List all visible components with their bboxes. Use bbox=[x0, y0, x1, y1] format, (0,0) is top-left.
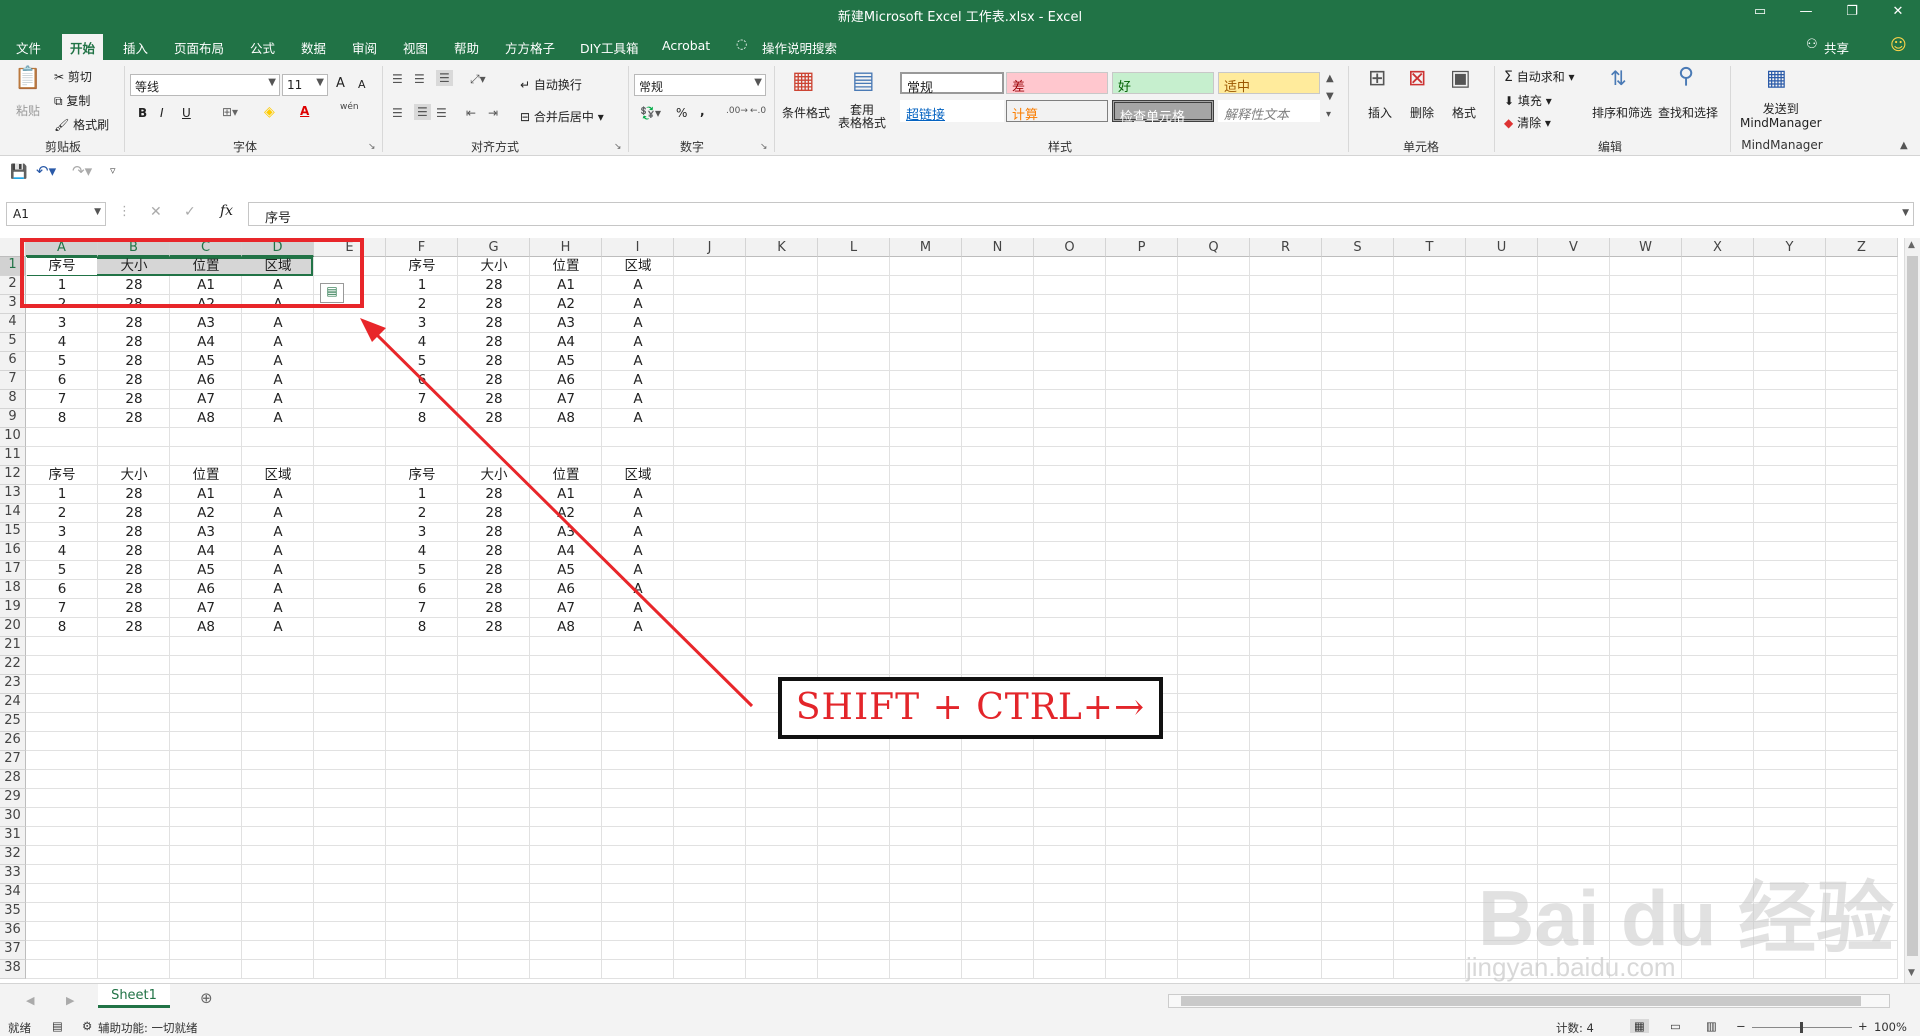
accessibility-status[interactable]: 辅助功能: 一切就绪 bbox=[98, 1020, 198, 1036]
normal-view-icon[interactable]: ▦ bbox=[1630, 1019, 1649, 1033]
page-break-view-icon[interactable]: ▥ bbox=[1706, 1019, 1717, 1033]
sheet-tab-bar: ◀ ▶ Sheet1 ⊕ bbox=[0, 983, 1920, 1019]
baidu-watermark-url: jingyan.baidu.com bbox=[1466, 952, 1676, 982]
next-sheet-icon[interactable]: ▶ bbox=[66, 994, 74, 1007]
page-layout-view-icon[interactable]: ▭ bbox=[1670, 1019, 1681, 1033]
zoom-level[interactable]: 100% bbox=[1874, 1020, 1907, 1034]
horizontal-scrollbar[interactable] bbox=[1168, 994, 1890, 1008]
prev-sheet-icon[interactable]: ◀ bbox=[26, 994, 34, 1007]
horizontal-scroll-thumb[interactable] bbox=[1181, 996, 1861, 1006]
status-ready: 就绪 bbox=[8, 1021, 31, 1035]
add-sheet-icon[interactable]: ⊕ bbox=[200, 989, 213, 1007]
zoom-slider-thumb[interactable] bbox=[1800, 1022, 1803, 1033]
count-indicator: 计数: 4 bbox=[1556, 1021, 1594, 1035]
accessibility-icon: ⚙ bbox=[82, 1019, 93, 1033]
sheet-tab-sheet1[interactable]: Sheet1 bbox=[98, 984, 170, 1008]
zoom-out-icon[interactable]: − bbox=[1736, 1019, 1746, 1033]
macro-icon[interactable]: ▤ bbox=[52, 1019, 63, 1033]
shortcut-callout: SHIFT + CTRL+→ bbox=[778, 677, 1163, 739]
status-bar: 就绪 ▤ ⚙ 辅助功能: 一切就绪 计数: 4 ▦ ▭ ▥ − + 100% bbox=[0, 1019, 1920, 1036]
zoom-in-icon[interactable]: + bbox=[1858, 1019, 1868, 1033]
